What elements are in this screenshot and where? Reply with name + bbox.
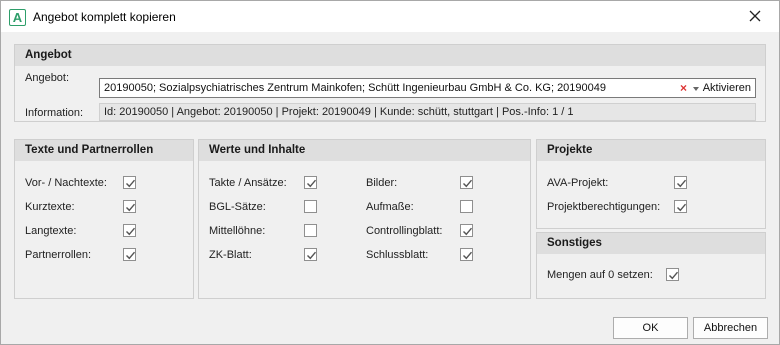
controllingblatt-label: Controllingblatt: [366, 225, 443, 237]
vor-nachtexte-label: Vor- / Nachtexte: [25, 177, 107, 189]
cancel-button[interactable]: Abbrechen [693, 317, 768, 339]
projektberechtigungen-label: Projektberechtigungen: [547, 201, 661, 213]
bilder-checkbox[interactable] [460, 176, 473, 189]
partnerrollen-label: Partnerrollen: [25, 249, 92, 261]
dialog-window: A Angebot komplett kopieren Angebot Ange… [0, 0, 780, 345]
bgl-saetze-label: BGL-Sätze: [209, 201, 266, 213]
schlussblatt-checkbox[interactable] [460, 248, 473, 261]
langtexte-checkbox[interactable] [123, 224, 136, 237]
panel-werte-header: Werte und Inhalte [199, 140, 530, 161]
information-field: Id: 20190050 | Angebot: 20190050 | Proje… [99, 103, 756, 121]
mengen-auf-0-label: Mengen auf 0 setzen: [547, 269, 653, 281]
zk-blatt-label: ZK-Blatt: [209, 249, 252, 261]
aufmasse-checkbox[interactable] [460, 200, 473, 213]
mitteloehne-checkbox[interactable] [304, 224, 317, 237]
vor-nachtexte-checkbox[interactable] [123, 176, 136, 189]
chevron-down-icon[interactable] [693, 87, 699, 91]
panel-angebot: Angebot Angebot: 20190050; Sozialpsychia… [14, 44, 766, 122]
ava-projekt-label: AVA-Projekt: [547, 177, 609, 189]
ava-projekt-checkbox[interactable] [674, 176, 687, 189]
schlussblatt-label: Schlussblatt: [366, 249, 429, 261]
kurztexte-label: Kurztexte: [25, 201, 75, 213]
title-bar: A Angebot komplett kopieren [1, 1, 779, 32]
panel-projekte-header: Projekte [537, 140, 765, 161]
aufmasse-label: Aufmaße: [366, 201, 414, 213]
langtexte-label: Langtexte: [25, 225, 77, 237]
panel-sonstiges: Sonstiges Mengen auf 0 setzen: [536, 232, 766, 299]
mitteloehne-label: Mittellöhne: [209, 225, 266, 237]
mengen-auf-0-checkbox[interactable] [666, 268, 679, 281]
projektberechtigungen-checkbox[interactable] [674, 200, 687, 213]
information-value: Id: 20190050 | Angebot: 20190050 | Proje… [104, 106, 574, 118]
activate-button[interactable]: Aktivieren [703, 82, 751, 94]
panel-sonstiges-header: Sonstiges [537, 233, 765, 254]
close-icon[interactable] [745, 6, 765, 26]
information-label: Information: [25, 107, 84, 119]
partnerrollen-checkbox[interactable] [123, 248, 136, 261]
panel-werte: Werte und Inhalte Takte / Ansätze: BGL-S… [198, 139, 531, 299]
kurztexte-checkbox[interactable] [123, 200, 136, 213]
bilder-label: Bilder: [366, 177, 398, 189]
panel-projekte: Projekte AVA-Projekt: Projektberechtigun… [536, 139, 766, 229]
ok-button[interactable]: OK [613, 317, 688, 339]
app-logo-icon: A [9, 9, 26, 26]
controllingblatt-checkbox[interactable] [460, 224, 473, 237]
bgl-saetze-checkbox[interactable] [304, 200, 317, 213]
angebot-label: Angebot: [25, 72, 70, 84]
window-title: Angebot komplett kopieren [33, 10, 176, 24]
panel-texte-header: Texte und Partnerrollen [15, 140, 193, 161]
angebot-combobox[interactable]: 20190050; Sozialpsychiatrisches Zentrum … [99, 78, 756, 98]
clear-icon[interactable]: × [680, 81, 687, 95]
angebot-value: 20190050; Sozialpsychiatrisches Zentrum … [104, 82, 607, 94]
panel-texte: Texte und Partnerrollen Vor- / Nachtexte… [14, 139, 194, 299]
takte-ansaetze-checkbox[interactable] [304, 176, 317, 189]
takte-ansaetze-label: Takte / Ansätze: [209, 177, 287, 189]
panel-angebot-header: Angebot [15, 45, 765, 66]
zk-blatt-checkbox[interactable] [304, 248, 317, 261]
